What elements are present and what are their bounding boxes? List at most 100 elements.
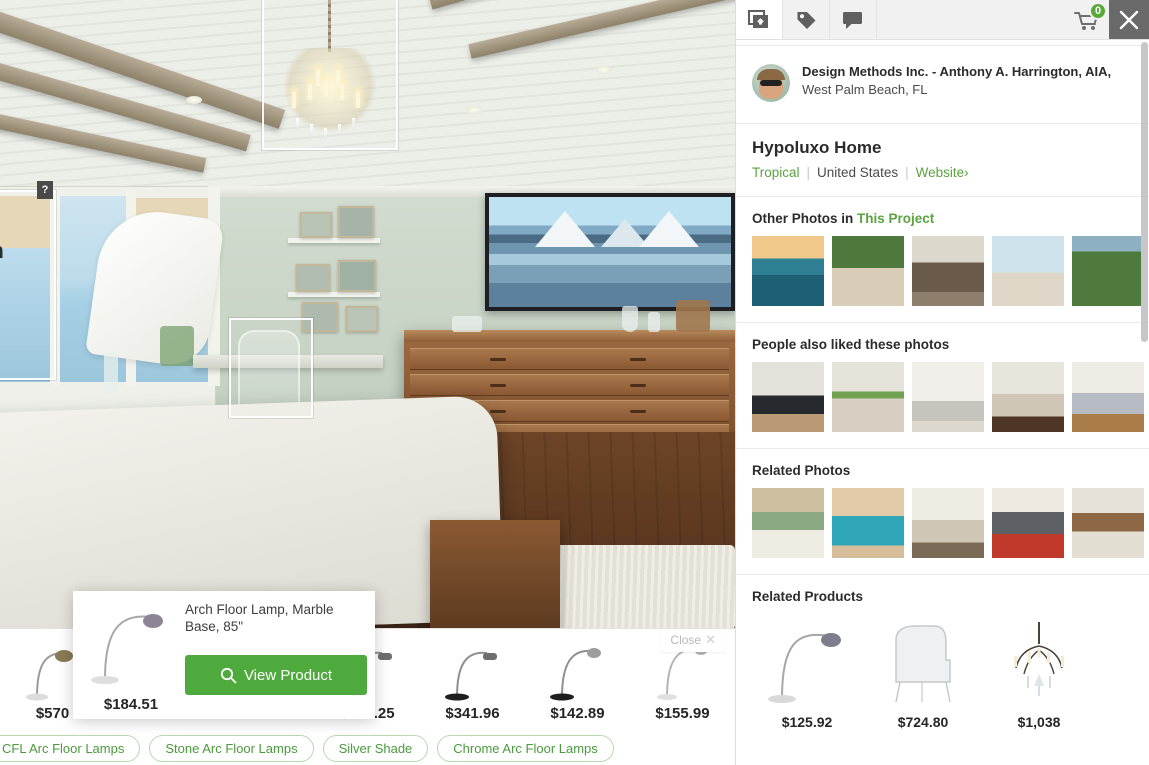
sidebar-scroll-area[interactable]: Design Methods Inc. - Anthony A. Harring… xyxy=(736,40,1149,765)
bed-red-teal-thumb[interactable] xyxy=(992,488,1064,558)
chip-cfl-arc-floor-lamps[interactable]: CFL Arc Floor Lamps xyxy=(0,735,141,762)
project-website-link[interactable]: Website› xyxy=(916,165,969,180)
product-detail-popup: $184.51 Arch Floor Lamp, Marble Base, 85… xyxy=(73,591,375,719)
kitchen-dining-thumb[interactable] xyxy=(1072,362,1144,432)
project-style-link[interactable]: Tropical xyxy=(752,165,800,180)
main-photo-pane[interactable]: ? ch xyxy=(0,0,735,628)
palm-driveway-thumb[interactable] xyxy=(832,236,904,306)
crystal-chandelier-product[interactable]: $1,038 xyxy=(984,618,1094,730)
mountain-landscape-artwork xyxy=(485,193,735,311)
popup-product-title: Arch Floor Lamp, Marble Base, 85" xyxy=(185,602,334,634)
arc-floor-lamp-icon xyxy=(768,633,841,703)
covered-patio-thumb[interactable] xyxy=(912,236,984,306)
bedroom-fan-thumb[interactable] xyxy=(992,362,1064,432)
related-product-price: $724.80 xyxy=(897,714,949,730)
chip-silver-shade[interactable]: Silver Shade xyxy=(322,735,429,762)
arc-floor-lamp-product[interactable]: $125.92 xyxy=(752,618,862,730)
chip-chrome-arc-floor-lamps[interactable]: Chrome Arc Floor Lamps xyxy=(437,735,614,762)
popup-details: Arch Floor Lamp, Marble Base, 85" View P… xyxy=(179,601,367,707)
chandelier-icon xyxy=(1014,622,1064,696)
photos-tab[interactable] xyxy=(736,0,783,39)
houzz-photo-viewer: ? ch $570 xyxy=(0,0,1149,765)
meta-divider: | xyxy=(905,165,909,180)
related-product-price: $1,038 xyxy=(1017,714,1061,730)
framed-art xyxy=(296,264,330,292)
ghost-chair-hotspot[interactable] xyxy=(229,318,313,418)
related-products-section: Related Products $125.92 $724.80 $1,038 xyxy=(736,575,1149,746)
close-panel-button[interactable] xyxy=(1109,0,1149,39)
related-product-image xyxy=(984,618,1094,706)
product-strip: $570 $341.96 $142.89 $155.99 Close ✕ $18… xyxy=(0,591,735,732)
recessed-light xyxy=(466,106,482,114)
wall-shelf xyxy=(288,238,380,243)
arc-floor-lamp-icon xyxy=(444,651,497,701)
related-product-price: $125.92 xyxy=(781,714,833,730)
related-products-heading: Related Products xyxy=(752,589,864,604)
framed-art xyxy=(300,212,332,238)
living-room-thumb[interactable] xyxy=(912,488,984,558)
framed-art xyxy=(338,206,374,238)
close-product-strip-button[interactable]: Close ✕ xyxy=(661,629,725,652)
floor-vase xyxy=(104,352,118,394)
porch-railing-thumb[interactable] xyxy=(992,236,1064,306)
comments-tab[interactable] xyxy=(830,0,877,39)
project-country: United States xyxy=(817,165,899,180)
bedroom-window-thumb[interactable] xyxy=(832,362,904,432)
popup-product-image: $184.51 xyxy=(83,601,179,713)
bedroom-white-thumb[interactable] xyxy=(912,362,984,432)
bicycle-planter-thumb[interactable] xyxy=(832,488,904,558)
products-tab[interactable] xyxy=(783,0,830,39)
photo-frames-icon xyxy=(748,9,768,28)
related-photos-heading: Related Photos xyxy=(752,463,851,478)
view-product-label: View Product xyxy=(243,666,333,684)
help-marker-icon[interactable]: ? xyxy=(37,181,53,199)
window-hotspot[interactable] xyxy=(0,190,56,380)
product-thumb-7[interactable]: $155.99 xyxy=(630,639,735,732)
recessed-light xyxy=(596,66,612,74)
product-price: $142.89 xyxy=(550,705,605,722)
product-thumb-6[interactable]: $142.89 xyxy=(525,639,630,732)
cart-button[interactable]: 0 xyxy=(1065,0,1109,39)
chip-stone-arc-floor-lamps[interactable]: Stone Arc Floor Lamps xyxy=(149,735,314,762)
bed-footboard xyxy=(430,520,560,628)
product-thumb-5[interactable]: $341.96 xyxy=(420,639,525,732)
related-product-image xyxy=(868,618,978,706)
product-price: $341.96 xyxy=(445,705,500,722)
price-tag-icon xyxy=(797,11,815,29)
close-icon: ✕ xyxy=(705,632,716,647)
aerial-house-thumb[interactable] xyxy=(1072,236,1144,306)
comment-bubble-icon xyxy=(843,11,862,29)
project-info-block: Hypoluxo Home Tropical | United States |… xyxy=(736,124,1149,197)
people-liked-heading: People also liked these photos xyxy=(752,337,950,352)
other-photos-thumbs xyxy=(752,236,1144,306)
tab-bar-spacer xyxy=(877,0,1065,39)
sidebar-scrollbar[interactable] xyxy=(1141,42,1148,342)
view-product-button[interactable]: View Product xyxy=(185,655,367,695)
this-project-link[interactable]: This Project xyxy=(857,211,934,226)
bedroom-dark-bed-thumb[interactable] xyxy=(752,362,824,432)
project-title: Hypoluxo Home xyxy=(752,138,882,157)
framed-art xyxy=(338,260,376,292)
glass-vessel xyxy=(622,306,638,332)
arc-floor-lamp-icon xyxy=(91,614,163,684)
related-products-row: $125.92 $724.80 $1,038 xyxy=(752,614,1133,730)
chevron-right-icon: › xyxy=(964,165,969,180)
project-author[interactable]: Design Methods Inc. - Anthony A. Harring… xyxy=(736,46,1149,118)
search-icon xyxy=(220,667,237,683)
ghost-chair-icon xyxy=(895,625,951,703)
bedroom-ceiling-fan-thumb[interactable] xyxy=(1072,488,1144,558)
other-photos-section: Other Photos in This Project xyxy=(736,197,1149,323)
close-label: Close xyxy=(670,633,702,647)
cut-off-hotspot-label: ch xyxy=(0,238,4,264)
other-photos-heading: Other Photos in This Project xyxy=(752,211,935,226)
related-photos-thumbs xyxy=(752,488,1144,558)
pool-sunset-thumb[interactable] xyxy=(752,236,824,306)
ghost-wingback-chair-product[interactable]: $724.80 xyxy=(868,618,978,730)
dresser-tray xyxy=(452,316,482,332)
chandelier-hotspot[interactable] xyxy=(262,0,398,150)
avatar xyxy=(752,64,790,102)
wood-object xyxy=(676,300,710,332)
framed-art xyxy=(346,306,378,332)
info-sidebar: 0 Design Methods Inc. - Anthony A. Harri… xyxy=(735,0,1149,765)
bedroom-green-thumb[interactable] xyxy=(752,488,824,558)
